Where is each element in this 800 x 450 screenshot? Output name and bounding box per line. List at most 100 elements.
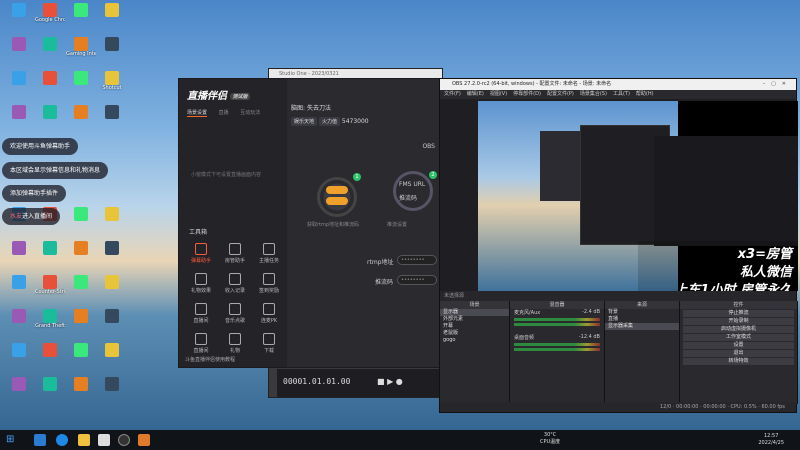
windows-start-icon[interactable]: ⊞ — [6, 434, 18, 446]
menu-item[interactable]: 配置文件(P) — [547, 91, 574, 97]
get-address-button[interactable] — [326, 186, 348, 194]
toolbox-item[interactable]: 弹幕助手 — [187, 243, 215, 264]
desktop-shortcut[interactable]: Counter-Strike — [35, 275, 65, 295]
key-field[interactable]: •••••••• — [397, 275, 437, 285]
app-icon — [74, 309, 88, 323]
control-button[interactable]: 开始录制 — [683, 318, 794, 325]
desktop-shortcut[interactable] — [4, 275, 34, 289]
control-button[interactable]: 启动虚拟摄像机 — [683, 326, 794, 333]
folder-icon[interactable] — [78, 434, 90, 446]
desktop-shortcut[interactable] — [66, 309, 96, 323]
toolbox-item[interactable]: 主播任务 — [255, 243, 283, 264]
scene-item[interactable]: 外部元素 — [440, 316, 509, 323]
tab-interact[interactable]: 互动玩法 — [240, 110, 260, 116]
desktop-shortcut[interactable] — [4, 377, 34, 391]
desktop-shortcut[interactable] — [66, 105, 96, 119]
source-item[interactable]: 显示器采集 — [605, 323, 679, 330]
desktop-shortcut[interactable] — [97, 3, 127, 17]
control-button[interactable]: 退出 — [683, 350, 794, 357]
scene-item[interactable]: gogo — [440, 337, 509, 344]
desktop-shortcut[interactable] — [4, 343, 34, 357]
control-button[interactable]: 设置 — [683, 342, 794, 349]
desktop-shortcut[interactable] — [4, 105, 34, 119]
menu-item[interactable]: 工具(T) — [613, 91, 630, 97]
desktop-shortcut[interactable] — [35, 241, 65, 255]
menu-item[interactable]: 停靠部件(D) — [513, 91, 541, 97]
preview-canvas[interactable]: x3=房管 私人微信 上车1小时 房管永久 — [478, 101, 798, 291]
scene-item[interactable]: 显示器 — [440, 309, 509, 316]
studio-one-icon[interactable] — [138, 434, 150, 446]
weather-widget[interactable]: 30°C CPU温度 — [540, 432, 560, 446]
app-icon — [74, 105, 88, 119]
desktop-shortcut[interactable] — [35, 37, 65, 51]
desktop-shortcut[interactable] — [66, 207, 96, 221]
desktop-shortcut[interactable] — [35, 71, 65, 85]
desktop-shortcut[interactable] — [66, 343, 96, 357]
toolbox-item[interactable]: 礼物效果 — [187, 273, 215, 294]
toolbox-item[interactable]: 收入记录 — [221, 273, 249, 294]
toolbox-item[interactable]: 直播间 — [187, 303, 215, 324]
toolbox-item[interactable]: 直播间 — [187, 333, 215, 354]
control-button[interactable]: 转场特效 — [683, 358, 794, 365]
toolbox-item[interactable]: 连麦PK — [255, 303, 283, 324]
desktop-shortcut[interactable] — [35, 105, 65, 119]
desktop-shortcut[interactable] — [97, 37, 127, 51]
control-button[interactable]: 工作室模式 — [683, 334, 794, 341]
desktop-shortcut[interactable] — [97, 275, 127, 289]
toolbox-item[interactable]: 签到奖励 — [255, 273, 283, 294]
desktop-shortcut[interactable] — [35, 343, 65, 357]
menu-item[interactable]: 文件(F) — [444, 91, 461, 97]
live-companion-icon[interactable] — [98, 434, 110, 446]
toolbox-item[interactable]: 音乐点歌 — [221, 303, 249, 324]
get-key-button[interactable] — [326, 197, 348, 205]
browser-icon[interactable] — [56, 434, 68, 446]
tab-live[interactable]: 直播 — [219, 110, 229, 116]
desktop-shortcut[interactable] — [97, 343, 127, 357]
menu-item[interactable]: 视图(V) — [490, 91, 507, 97]
desktop-shortcut[interactable]: Gaming Interface — [66, 37, 96, 57]
live-companion-window[interactable]: 直播伴侣 测试版 场景设置 直播 互动玩法 小窗模式下可设置直播画面内容 工具箱… — [178, 78, 440, 368]
source-item[interactable]: 直播 — [605, 316, 679, 323]
tutorial-link[interactable]: 斗鱼直播伴侣使用教程 — [185, 356, 235, 363]
desktop-shortcut[interactable] — [97, 241, 127, 255]
desktop-shortcut[interactable]: Grand Theft — [35, 309, 65, 329]
desktop-shortcut[interactable] — [4, 3, 34, 17]
control-button[interactable]: 停止推流 — [683, 310, 794, 317]
desktop-shortcut[interactable] — [97, 207, 127, 221]
desktop-shortcut[interactable] — [66, 275, 96, 289]
desktop-shortcut[interactable] — [66, 3, 96, 17]
desktop-shortcut[interactable] — [35, 377, 65, 391]
desktop-shortcut[interactable] — [97, 377, 127, 391]
desktop-shortcut[interactable]: Google Chrome — [35, 3, 65, 23]
play-icon[interactable]: ■ ▶ ● — [377, 377, 403, 386]
toolbox-item[interactable]: 礼物 — [221, 333, 249, 354]
tab-scene[interactable]: 场景设置 — [187, 110, 208, 117]
desktop-shortcut[interactable] — [97, 105, 127, 119]
desktop-shortcut[interactable] — [66, 241, 96, 255]
desktop-shortcut[interactable] — [4, 71, 34, 85]
source-item[interactable]: 背景 — [605, 309, 679, 316]
toolbox-item[interactable]: 房管助手 — [221, 243, 249, 264]
desktop-shortcut[interactable] — [66, 377, 96, 391]
desktop-shortcut[interactable] — [4, 37, 34, 51]
desktop-shortcut[interactable] — [66, 71, 96, 85]
menu-item[interactable]: 编辑(E) — [467, 91, 484, 97]
clock[interactable]: 12:57 2022/4/25 — [758, 433, 784, 447]
desktop-shortcut[interactable] — [4, 241, 34, 255]
menu-item[interactable]: 场景集合(S) — [580, 91, 607, 97]
time-display: 00001.01.01.00 — [283, 377, 351, 386]
window-controls[interactable]: –▢✕ — [763, 79, 792, 90]
stream-key-label: 推流码 — [399, 195, 418, 202]
edge-icon[interactable] — [34, 434, 46, 446]
obs-window[interactable]: OBS 27.2.0-rc2 (64-bit, windows) - 配置文件:… — [439, 78, 798, 413]
desktop-shortcut[interactable]: Shotcut — [97, 71, 127, 91]
desktop-shortcut[interactable] — [4, 309, 34, 323]
scene-item[interactable]: 开幕 — [440, 323, 509, 330]
toolbox-item[interactable]: 下载 — [255, 333, 283, 354]
desktop-shortcut[interactable] — [97, 309, 127, 323]
rtmp-field[interactable]: •••••••• — [397, 255, 437, 265]
menu-item[interactable]: 帮助(H) — [636, 91, 654, 97]
app-icon — [105, 377, 119, 391]
obs-icon[interactable] — [118, 434, 130, 446]
scene-item[interactable]: 老鼠版 — [440, 330, 509, 337]
